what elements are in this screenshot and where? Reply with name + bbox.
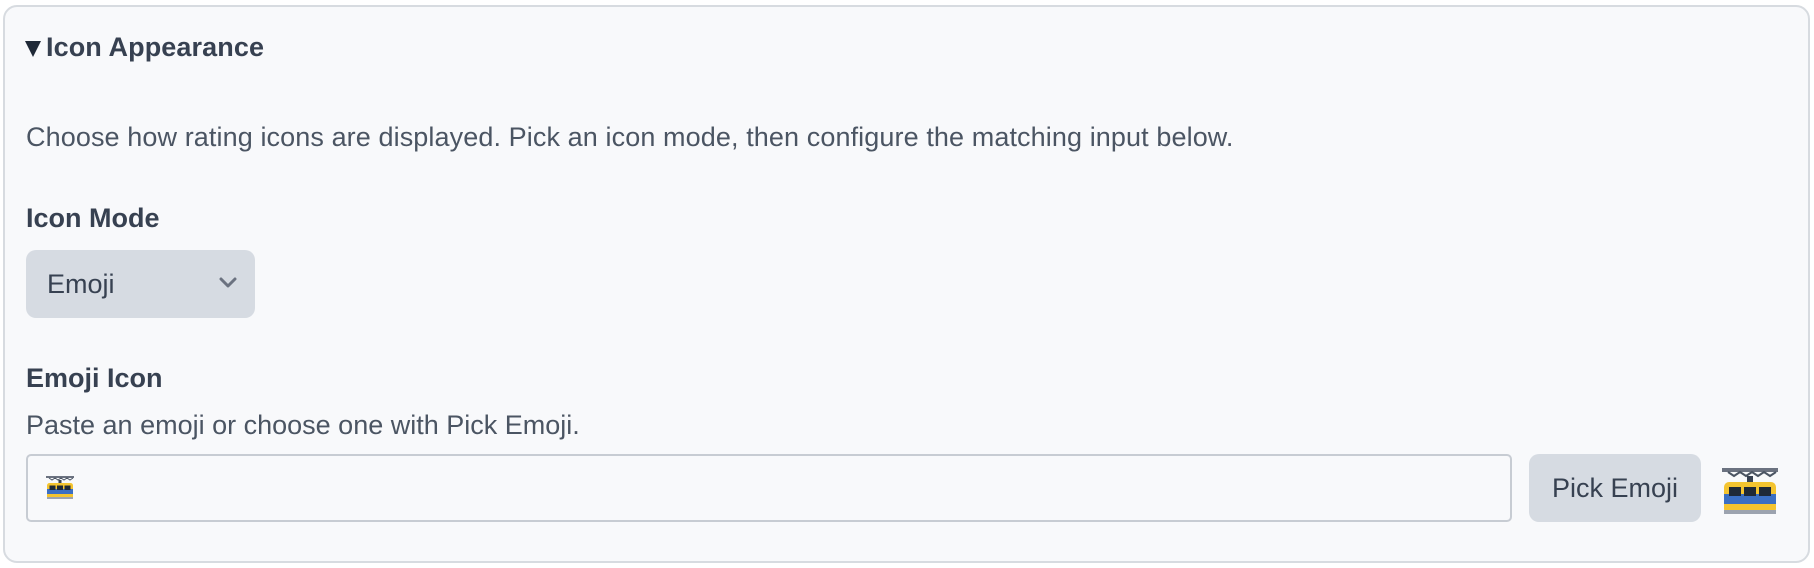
suspension-railway-preview-icon [1722,468,1778,514]
emoji-input[interactable] [26,454,1512,522]
caret-down-icon [25,40,41,57]
icon-mode-label: Icon Mode [26,203,160,233]
emoji-icon-help: Paste an emoji or choose one with Pick E… [26,410,580,440]
section-toggle[interactable]: Icon Appearance [25,32,264,63]
section-description: Choose how rating icons are displayed. P… [26,122,1234,152]
chevron-down-icon [219,277,237,288]
section-title: Icon Appearance [46,32,265,62]
emoji-icon-label: Emoji Icon [26,363,163,393]
icon-mode-select[interactable]: Emoji [26,250,255,318]
pick-emoji-button[interactable]: Pick Emoji [1529,454,1701,522]
suspension-railway-emoji-icon [46,476,74,499]
icon-mode-selected-value: Emoji [47,268,115,299]
